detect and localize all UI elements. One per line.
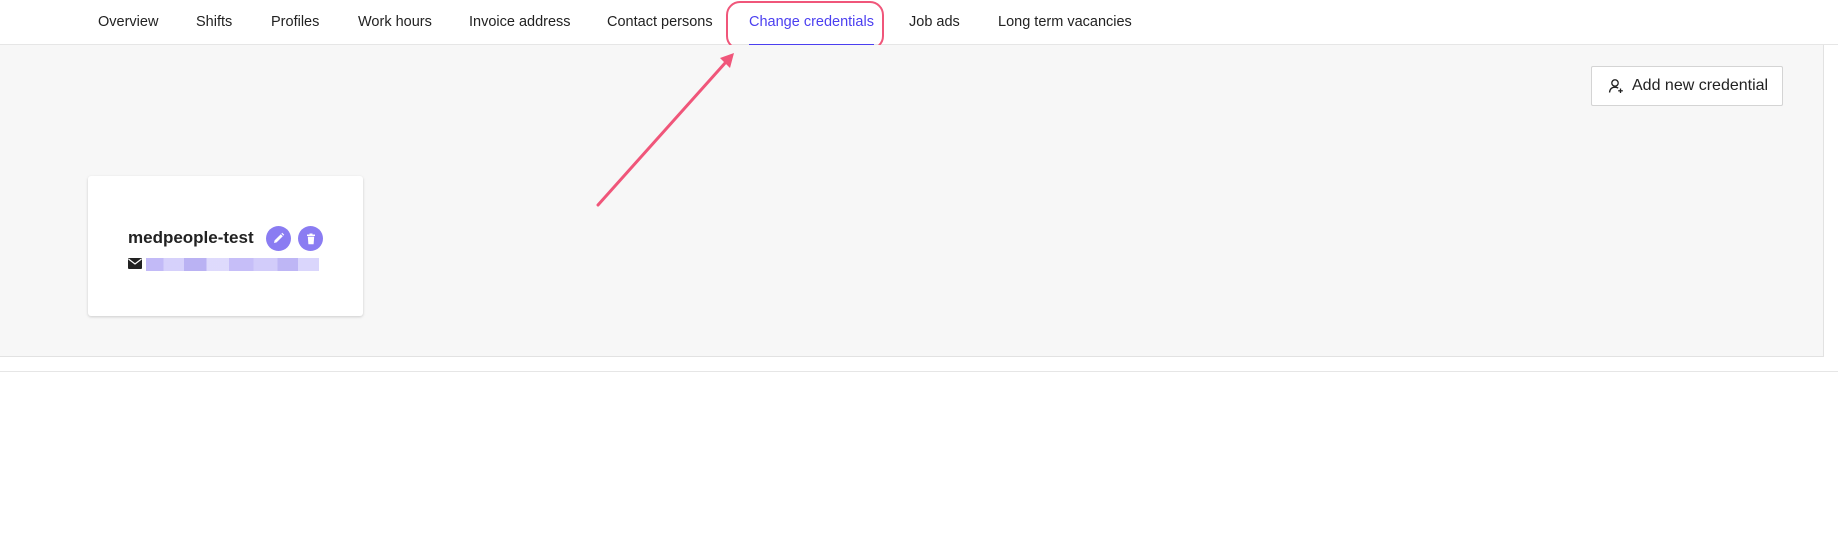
tab-overview[interactable]: Overview <box>98 14 158 30</box>
tab-shifts[interactable]: Shifts <box>196 14 232 30</box>
delete-credential-button[interactable] <box>298 226 323 251</box>
credential-card: medpeople-test <box>88 176 363 316</box>
edit-credential-button[interactable] <box>266 226 291 251</box>
tab-long-term-vacancies[interactable]: Long term vacancies <box>998 14 1132 30</box>
envelope-icon <box>128 258 142 269</box>
tab-profiles[interactable]: Profiles <box>271 14 319 30</box>
tab-invoice-address[interactable]: Invoice address <box>469 14 571 30</box>
tab-change-credentials[interactable]: Change credentials <box>749 14 874 46</box>
add-credential-button[interactable]: Add new credential <box>1591 66 1783 106</box>
add-user-icon <box>1608 78 1624 94</box>
credential-username: medpeople-test <box>128 228 254 247</box>
divider <box>0 371 1838 372</box>
tab-contact-persons[interactable]: Contact persons <box>607 14 713 30</box>
tab-work-hours[interactable]: Work hours <box>358 14 432 30</box>
email-redacted <box>146 258 319 271</box>
tab-bar: Overview Shifts Profiles Work hours Invo… <box>0 0 1838 46</box>
trash-icon <box>306 233 315 244</box>
pencil-icon <box>274 232 285 243</box>
tab-job-ads[interactable]: Job ads <box>909 14 960 30</box>
add-credential-label: Add new credential <box>1632 77 1769 94</box>
